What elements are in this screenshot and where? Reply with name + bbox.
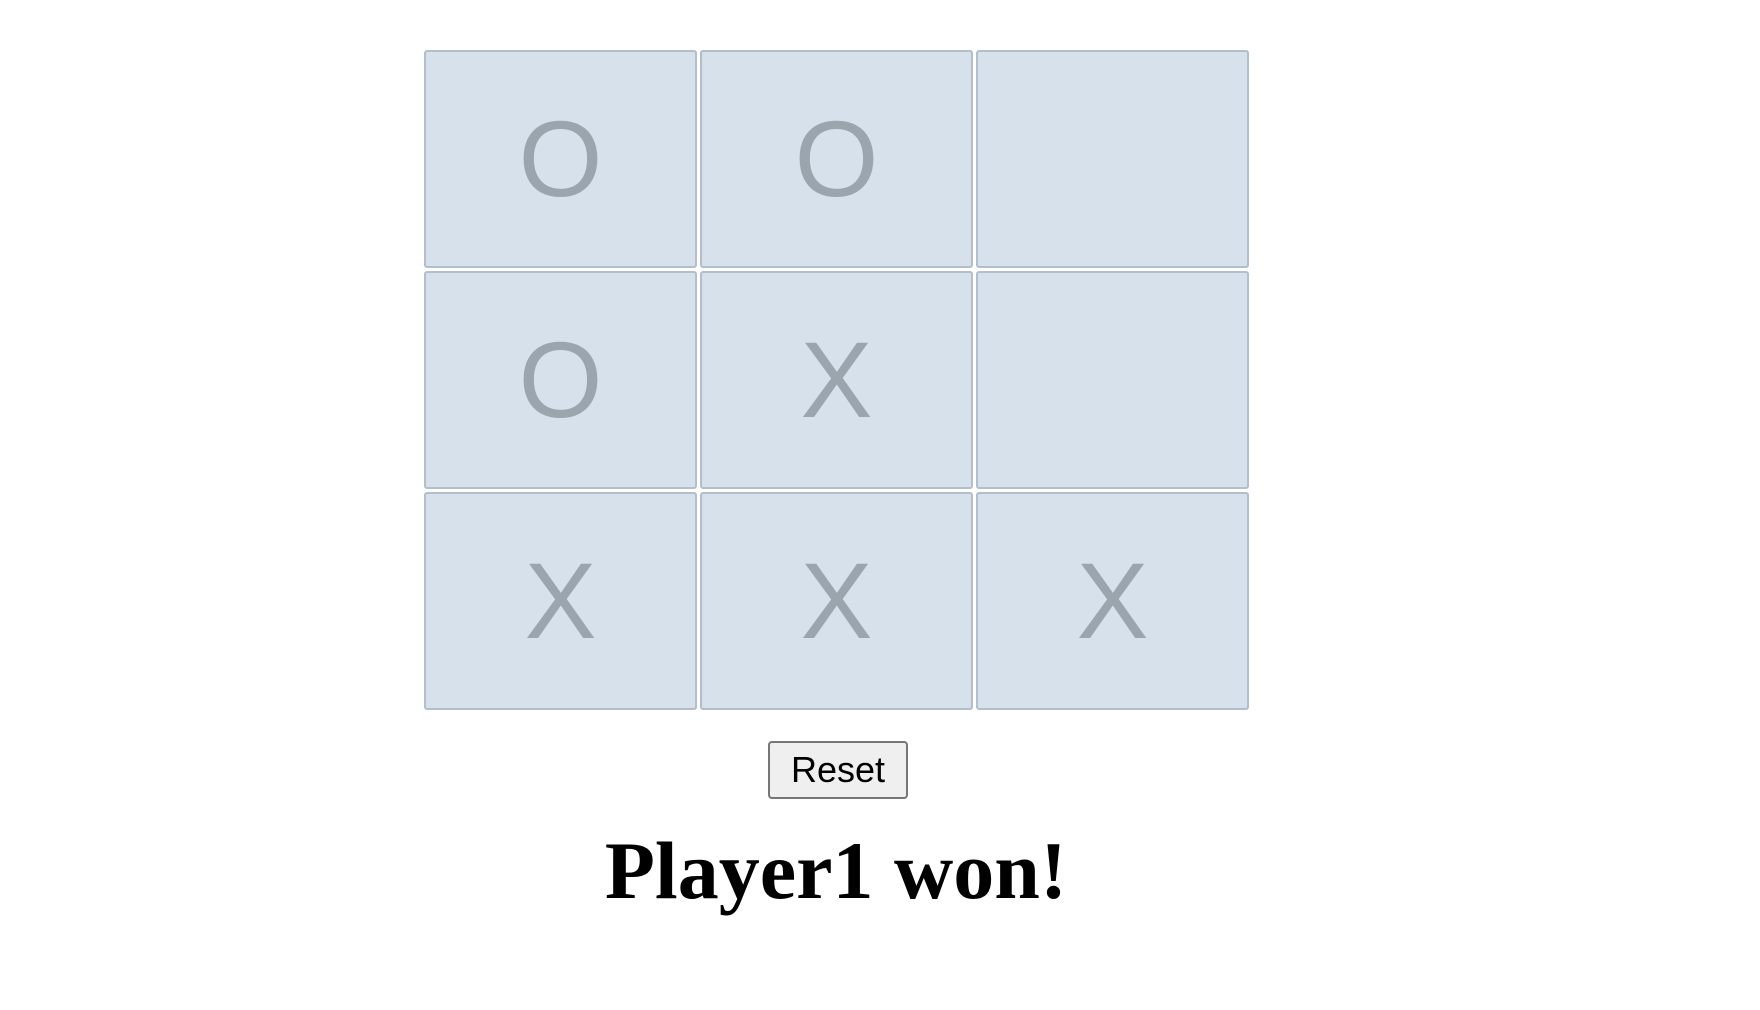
board-cell-8[interactable]: X — [976, 492, 1249, 710]
board-cell-3[interactable]: O — [424, 271, 697, 489]
board-cell-7[interactable]: X — [700, 492, 973, 710]
board-cell-5[interactable] — [976, 271, 1249, 489]
game-status-message: Player1 won! — [604, 825, 1068, 916]
board-cell-0[interactable]: O — [424, 50, 697, 268]
board-cell-4[interactable]: X — [700, 271, 973, 489]
board-cell-1[interactable]: O — [700, 50, 973, 268]
reset-button[interactable]: Reset — [768, 741, 908, 799]
board-cell-6[interactable]: X — [424, 492, 697, 710]
game-board: O O O X X X X — [424, 50, 1249, 710]
board-cell-2[interactable] — [976, 50, 1249, 268]
